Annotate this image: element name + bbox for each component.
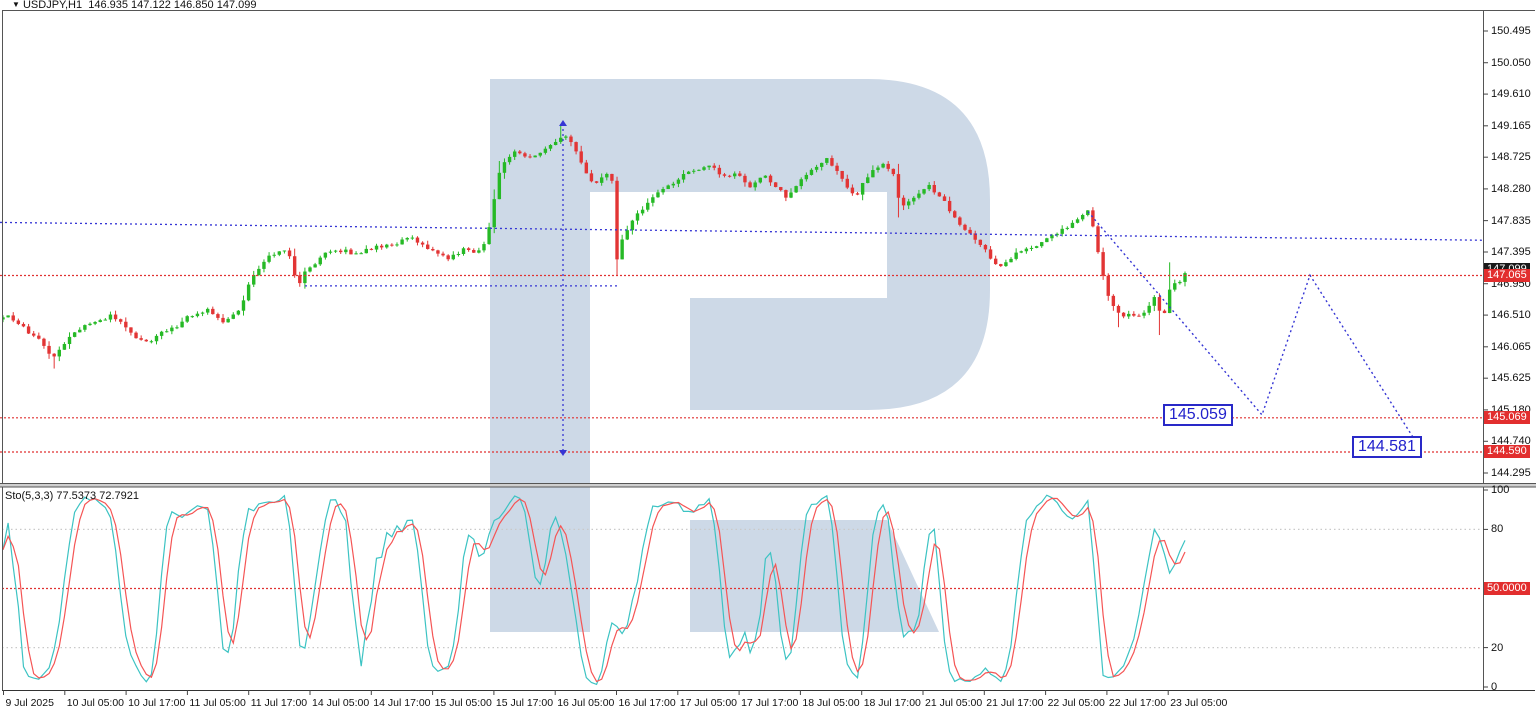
level-price-badge: 147.065 [1484, 269, 1530, 283]
stochastic-signal-line [3, 497, 1186, 683]
price-tick-label: 148.280 [1491, 182, 1531, 195]
price-tick-label: 150.495 [1491, 25, 1531, 37]
time-tick-label: 21 Jul 05:00 [925, 697, 983, 709]
price-tick-label: 150.050 [1491, 56, 1531, 69]
time-tick-label: 16 Jul 17:00 [618, 697, 676, 709]
chart-window: ▼ USDJPY,H1 146.935 147.122 146.850 147.… [0, 0, 1536, 712]
time-tick-label: 15 Jul 05:00 [434, 697, 492, 709]
sto-tick-label: 100 [1491, 484, 1510, 496]
sto-tick-label: 0 [1491, 681, 1498, 693]
stochastic-main-line [3, 494, 1186, 686]
time-tick-label: 14 Jul 17:00 [373, 697, 431, 709]
ohlc-high: 147.122 [131, 0, 171, 11]
stochastic-mid-level-badge: 50.0000 [1484, 582, 1530, 595]
stochastic-value-signal: 72.7921 [99, 490, 139, 502]
time-tick-label: 11 Jul 17:00 [250, 697, 308, 709]
time-tick-label: 16 Jul 05:00 [557, 697, 615, 709]
time-tick-label: 17 Jul 17:00 [741, 697, 799, 709]
symbol-period-label: USDJPY,H1 [22, 0, 83, 11]
price-target-label-2[interactable]: 144.581 [1352, 435, 1422, 458]
price-target-label-1[interactable]: 145.059 [1163, 403, 1233, 426]
chart-canvas[interactable] [0, 0, 1536, 712]
sto-tick-label: 80 [1491, 523, 1504, 536]
time-tick-label: 22 Jul 05:00 [1047, 697, 1105, 709]
time-tick-label: 11 Jul 05:00 [189, 697, 246, 709]
stochastic-value-main: 77.5373 [56, 490, 97, 502]
price-tick-label: 146.065 [1491, 340, 1531, 353]
price-tick-label: 148.725 [1491, 151, 1531, 164]
symbol-caret-icon[interactable]: ▼ [12, 0, 20, 9]
time-tick-label: 10 Jul 17:00 [128, 697, 186, 709]
time-tick-label: 17 Jul 05:00 [679, 697, 738, 709]
ohlc-open: 146.935 [88, 0, 128, 11]
price-tick-label: 149.165 [1491, 119, 1531, 132]
time-tick-label: 18 Jul 05:00 [802, 697, 860, 709]
price-tick-label: 147.835 [1491, 214, 1531, 227]
price-tick-label: 149.610 [1491, 88, 1531, 101]
level-price-badge: 145.069 [1484, 411, 1530, 425]
ohlc-close: 147.099 [216, 0, 257, 11]
price-tick-label: 145.625 [1491, 372, 1531, 385]
price-tick-label: 146.510 [1491, 309, 1531, 322]
time-tick-label: 21 Jul 17:00 [986, 697, 1044, 709]
time-tick-label: 23 Jul 05:00 [1170, 697, 1228, 709]
time-tick-label: 18 Jul 17:00 [863, 697, 921, 709]
price-tick-label: 147.395 [1491, 246, 1531, 258]
forecast-line [1087, 211, 1422, 451]
time-tick-label: 15 Jul 17:00 [495, 697, 554, 709]
sto-tick-label: 20 [1491, 641, 1504, 654]
time-tick-label: 9 Jul 2025 [5, 697, 54, 709]
time-tick-label: 10 Jul 05:00 [66, 697, 125, 709]
chart-title: ▼ USDJPY,H1 146.935 147.122 146.850 147.… [12, 0, 257, 11]
level-price-badge: 144.590 [1484, 445, 1530, 459]
time-tick-label: 14 Jul 05:00 [312, 697, 370, 709]
time-tick-label: 22 Jul 17:00 [1108, 697, 1167, 709]
price-tick-label: 144.295 [1491, 467, 1531, 479]
ohlc-low: 146.850 [173, 0, 214, 11]
stochastic-label: Sto(5,3,3) 77.5373 72.7921 [5, 490, 139, 502]
